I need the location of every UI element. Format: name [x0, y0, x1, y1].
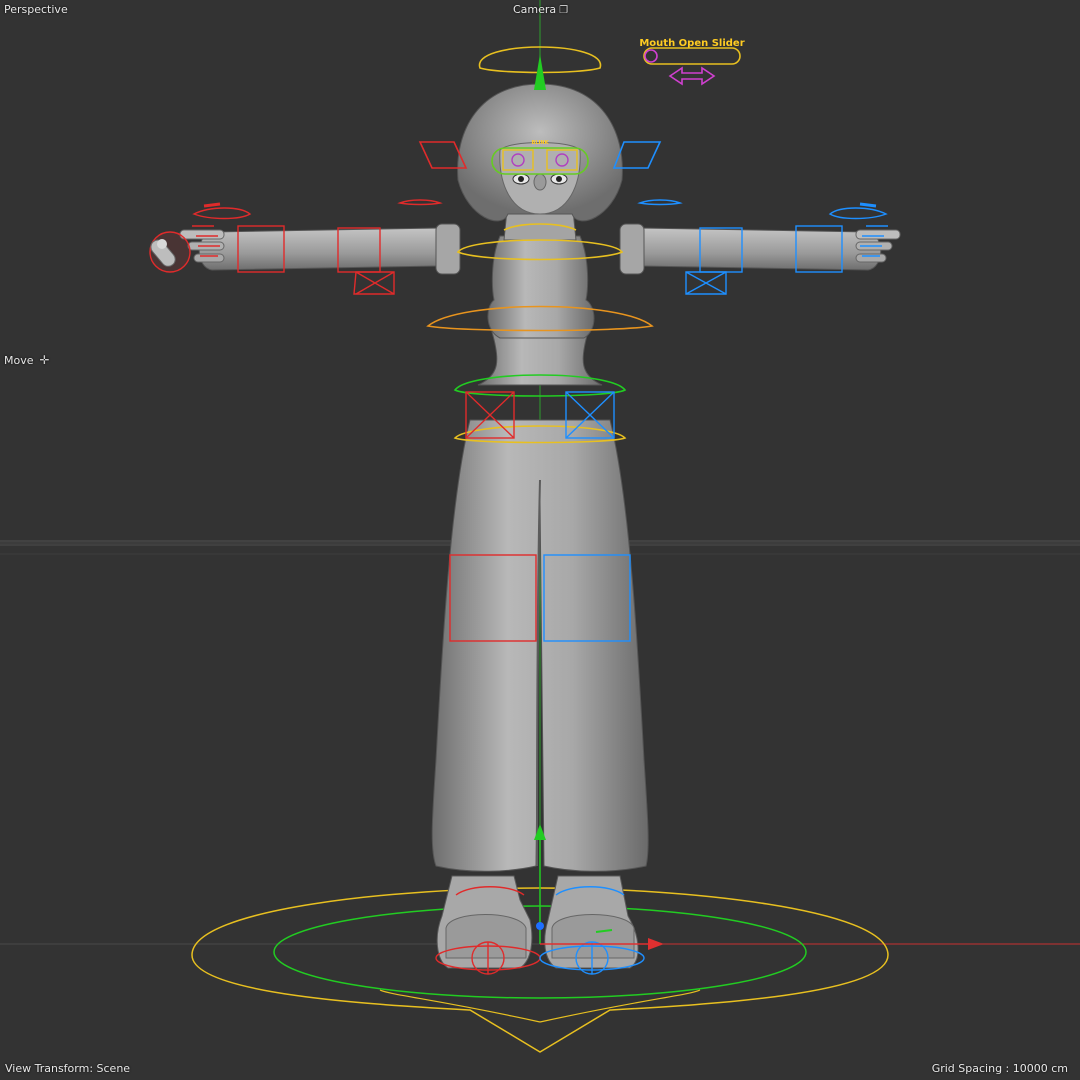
3d-viewport[interactable]: BLINK Mouth Open Slider Perspective Came…	[0, 0, 1080, 1080]
blink-label: BLINK	[532, 140, 550, 146]
view-transform-label: View Transform: Scene	[5, 1062, 131, 1075]
view-transform-readout: View Transform: Scene	[5, 1062, 130, 1076]
camera-menu[interactable]: Camera ❐	[513, 3, 568, 18]
viewport-name-label: Perspective	[4, 3, 68, 16]
viewport-name[interactable]: Perspective	[4, 3, 68, 17]
double-arrow-icon[interactable]	[668, 66, 716, 86]
camera-label: Camera	[513, 3, 557, 16]
mouth-slider-track[interactable]	[643, 47, 741, 65]
tool-label: Move	[4, 354, 34, 367]
grid-spacing-label: Grid Spacing : 10000 cm	[931, 1062, 1068, 1075]
grid-spacing-readout: Grid Spacing : 10000 cm	[932, 1062, 1068, 1076]
scene-canvas[interactable]: BLINK Mouth Open Slider	[0, 0, 1080, 1080]
active-tool-indicator: Move ✛	[4, 353, 50, 368]
mouth-open-slider[interactable]: Mouth Open Slider	[639, 38, 745, 86]
move-cross-icon: ✛	[39, 353, 50, 367]
camera-settings-icon[interactable]: ❐	[559, 4, 568, 18]
mouth-slider-knob[interactable]	[644, 49, 658, 63]
